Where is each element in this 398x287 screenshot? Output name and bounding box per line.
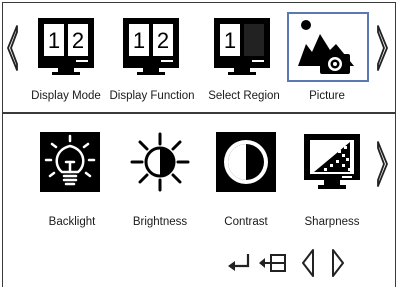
display-mode-label: Display Mode	[31, 90, 101, 102]
display-function-label: Display Function	[109, 90, 195, 102]
svg-text:2: 2	[157, 28, 169, 53]
nav-left-key-icon[interactable]	[300, 248, 316, 278]
picture-label: Picture	[309, 90, 345, 102]
scroll-right-arrow-icon[interactable]	[375, 24, 389, 72]
contrast-label: Contrast	[224, 216, 268, 228]
contrast-icon[interactable]	[216, 132, 276, 192]
svg-text:1: 1	[133, 28, 145, 53]
picture-camera-icon[interactable]	[296, 16, 356, 76]
select-region-icon[interactable]: 1	[212, 16, 272, 76]
section-divider	[2, 112, 396, 114]
navigation-keys-bar	[226, 248, 356, 282]
enter-key-icon[interactable]	[226, 252, 252, 274]
osd-menu-screen: 1 2 1 2 1 Display Mode Display Function …	[0, 0, 398, 287]
sharpness-label: Sharpness	[304, 216, 360, 228]
backlight-label: Backlight	[48, 216, 96, 228]
brightness-label: Brightness	[132, 216, 188, 228]
sharpness-icon[interactable]	[302, 132, 362, 192]
display-function-icon[interactable]: 1 2	[121, 16, 181, 76]
display-mode-icon[interactable]: 1 2	[36, 16, 96, 76]
sub-scroll-right-arrow-icon[interactable]	[375, 140, 389, 188]
exit-key-icon[interactable]	[258, 252, 288, 274]
scroll-left-arrow-icon[interactable]	[6, 24, 20, 72]
sun-icon[interactable]	[130, 132, 190, 192]
nav-right-key-icon[interactable]	[330, 248, 346, 278]
select-region-label: Select Region	[208, 90, 280, 102]
svg-text:2: 2	[72, 28, 84, 53]
lightbulb-icon[interactable]	[40, 132, 100, 192]
svg-text:1: 1	[224, 28, 236, 53]
svg-text:1: 1	[48, 28, 60, 53]
